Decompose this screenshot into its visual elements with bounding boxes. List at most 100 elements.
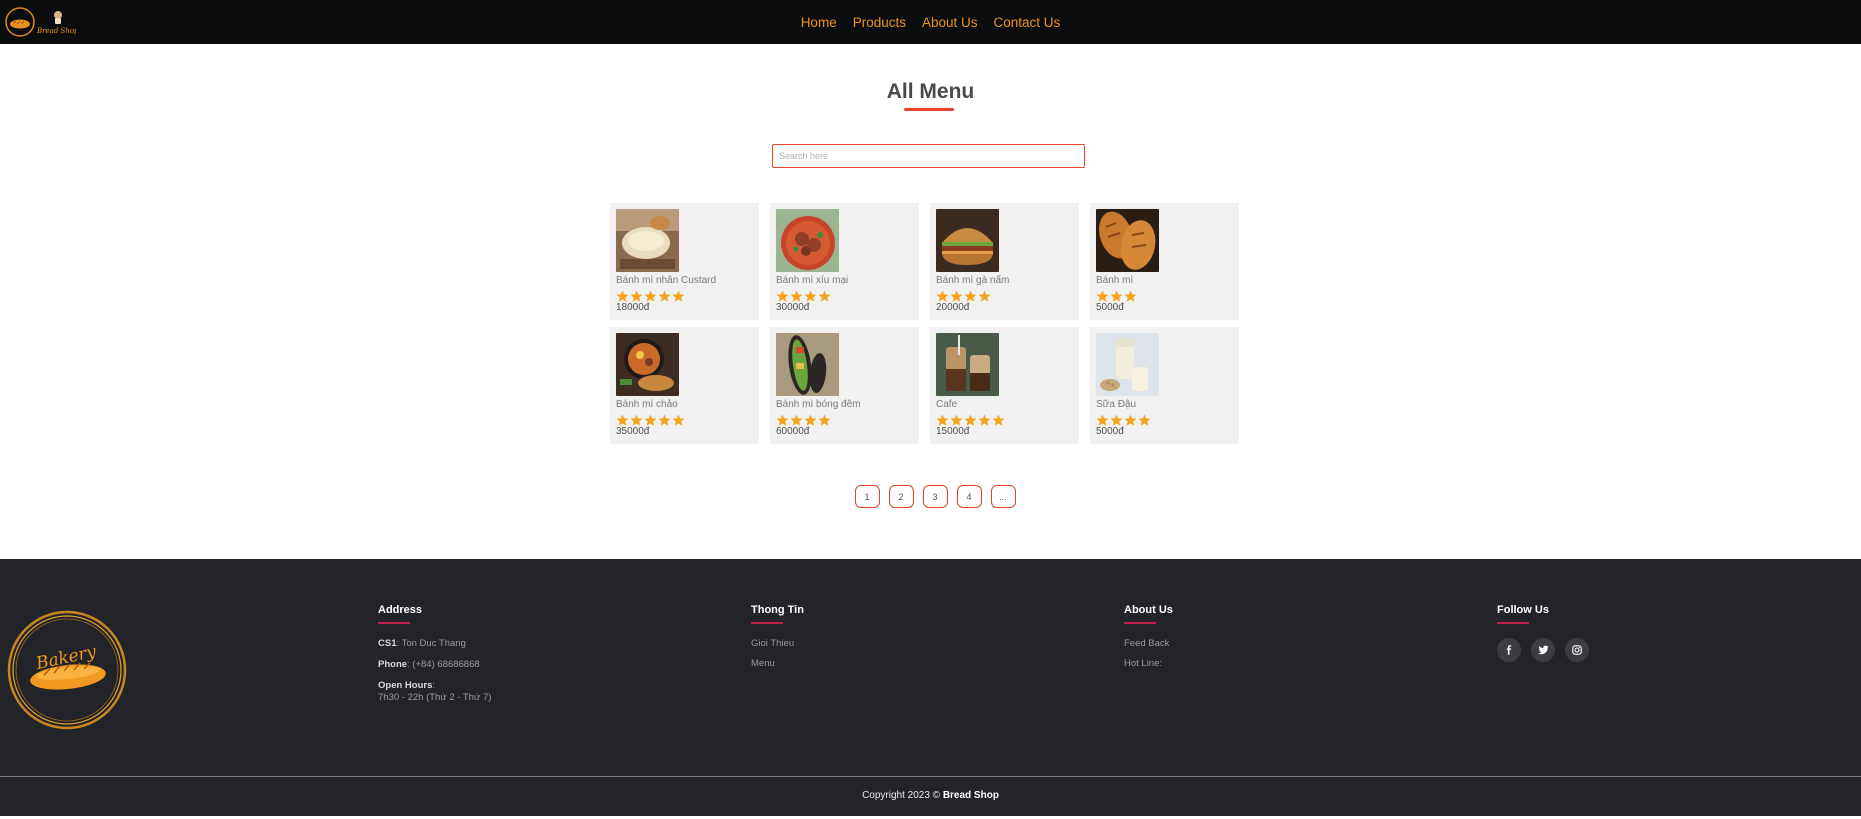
heading-underline	[1124, 622, 1156, 624]
follow-heading: Follow Us	[1497, 604, 1549, 616]
address-heading: Address	[378, 604, 423, 616]
nav-products[interactable]: Products	[853, 15, 906, 30]
pagination: 1 2 3 4 ...	[0, 485, 1861, 508]
star-rating	[616, 289, 685, 302]
product-card[interactable]: Bánh mì nhân Custard 18000đ	[610, 203, 759, 320]
star-icon	[776, 289, 789, 302]
page-1-button[interactable]: 1	[854, 485, 880, 508]
heading-underline	[1497, 622, 1529, 624]
star-icon	[964, 289, 977, 302]
link-feed-back[interactable]: Feed Back	[1124, 638, 1173, 649]
product-name[interactable]: Cafe	[936, 399, 957, 410]
address-hours: Open Hours: 7h30 - 22h (Thứ 2 - Thứ 7)	[378, 680, 492, 703]
star-icon	[630, 289, 643, 302]
product-name[interactable]: Bánh mì chảo	[616, 399, 678, 410]
address-phone: Phone: (+84) 68686868	[378, 659, 480, 670]
star-icon	[658, 289, 671, 302]
facebook-icon[interactable]	[1497, 638, 1521, 662]
star-icon	[804, 413, 817, 426]
product-price: 30000đ	[776, 302, 810, 313]
footer-divider	[0, 776, 1861, 777]
star-rating	[1096, 289, 1137, 302]
title-underline	[904, 108, 954, 111]
about-column: About Us Feed Back Hot Line:	[1124, 604, 1173, 678]
page-3-button[interactable]: 3	[922, 485, 948, 508]
product-card[interactable]: Bánh mì xíu mại 30000đ	[770, 203, 919, 320]
star-rating	[936, 413, 1005, 426]
copyright: Copyright 2023 © Bread Shop	[862, 790, 999, 801]
star-icon	[630, 413, 643, 426]
star-icon	[950, 289, 963, 302]
star-icon	[992, 413, 1005, 426]
product-name[interactable]: Bánh mì gà nấm	[936, 275, 1009, 286]
twitter-icon[interactable]	[1531, 638, 1555, 662]
info-column: Thong Tin Gioi Thieu Menu	[751, 604, 804, 678]
star-icon	[790, 289, 803, 302]
product-image[interactable]	[936, 209, 999, 272]
address-column: Address CS1: Ton Duc Thang Phone: (+84) …	[378, 604, 491, 713]
product-card[interactable]: Bánh mì 5000đ	[1090, 203, 1239, 320]
product-image[interactable]	[776, 333, 839, 396]
link-menu[interactable]: Menu	[751, 658, 804, 669]
star-icon	[616, 413, 629, 426]
product-price: 15000đ	[936, 426, 970, 437]
star-icon	[672, 413, 685, 426]
product-card[interactable]: Bánh mì chảo 35000đ	[610, 327, 759, 444]
product-name[interactable]: Bánh mì xíu mại	[776, 275, 848, 286]
link-hot-line[interactable]: Hot Line:	[1124, 658, 1173, 669]
product-image[interactable]	[936, 333, 999, 396]
main-nav: Home Products About Us Contact Us	[0, 0, 1861, 44]
star-icon	[978, 289, 991, 302]
product-name[interactable]: Bánh mì	[1096, 275, 1133, 286]
star-icon	[936, 289, 949, 302]
star-rating	[936, 289, 991, 302]
star-rating	[776, 413, 831, 426]
star-icon	[1096, 289, 1109, 302]
star-icon	[658, 413, 671, 426]
page-more-button[interactable]: ...	[990, 485, 1016, 508]
star-icon	[1124, 289, 1137, 302]
star-icon	[1110, 413, 1123, 426]
star-icon	[616, 289, 629, 302]
star-rating	[776, 289, 831, 302]
product-name[interactable]: Sữa Đậu	[1096, 399, 1136, 410]
heading-underline	[751, 622, 783, 624]
nav-about-us[interactable]: About Us	[922, 15, 978, 30]
nav-home[interactable]: Home	[801, 15, 837, 30]
link-gioi-thieu[interactable]: Gioi Thieu	[751, 638, 804, 649]
product-name[interactable]: Bánh mì bóng đêm	[776, 399, 861, 410]
footer: Bakery Address CS1: Ton Duc Thang Phone:…	[0, 559, 1861, 819]
page-4-button[interactable]: 4	[956, 485, 982, 508]
star-icon	[1124, 413, 1137, 426]
star-icon	[964, 413, 977, 426]
instagram-icon[interactable]	[1565, 638, 1589, 662]
star-icon	[790, 413, 803, 426]
product-image[interactable]	[1096, 209, 1159, 272]
star-icon	[950, 413, 963, 426]
product-price: 20000đ	[936, 302, 970, 313]
product-image[interactable]	[1096, 333, 1159, 396]
product-image[interactable]	[616, 333, 679, 396]
product-price: 5000đ	[1096, 302, 1124, 313]
page-2-button[interactable]: 2	[888, 485, 914, 508]
bakery-logo: Bakery	[6, 609, 128, 731]
product-price: 60000đ	[776, 426, 810, 437]
star-icon	[672, 289, 685, 302]
product-image[interactable]	[776, 209, 839, 272]
star-icon	[936, 413, 949, 426]
info-heading: Thong Tin	[751, 604, 804, 616]
product-name[interactable]: Bánh mì nhân Custard	[616, 275, 716, 286]
product-card[interactable]: Bánh mì bóng đêm 60000đ	[770, 327, 919, 444]
search-input[interactable]	[772, 144, 1085, 168]
product-card[interactable]: Bánh mì gà nấm 20000đ	[930, 203, 1079, 320]
star-icon	[644, 413, 657, 426]
star-icon	[818, 413, 831, 426]
nav-contact-us[interactable]: Contact Us	[994, 15, 1061, 30]
product-card[interactable]: Cafe 15000đ	[930, 327, 1079, 444]
star-icon	[644, 289, 657, 302]
page-title: All Menu	[886, 80, 975, 103]
product-card[interactable]: Sữa Đậu 5000đ	[1090, 327, 1239, 444]
social-links	[1497, 638, 1589, 662]
top-navbar: Bread Shop Home Products About Us Contac…	[0, 0, 1861, 44]
product-image[interactable]	[616, 209, 679, 272]
